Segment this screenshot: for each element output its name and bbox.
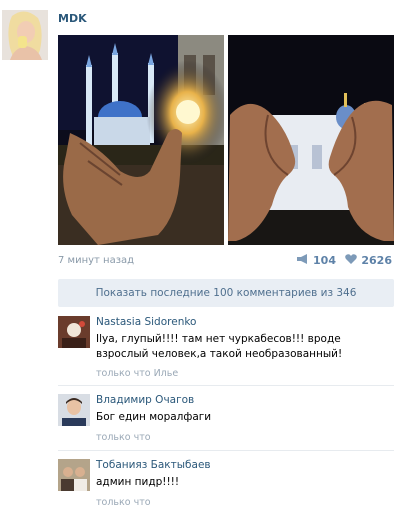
comment-divider — [58, 450, 394, 451]
comment-author[interactable]: Nastasia Sidorenko — [96, 316, 196, 328]
comment-avatar[interactable] — [58, 459, 90, 491]
like-button[interactable]: 2626 — [345, 254, 392, 267]
share-count: 104 — [313, 254, 336, 267]
heart-icon — [345, 254, 358, 267]
comment-time[interactable]: только что — [96, 497, 151, 508]
comment-author[interactable]: Тобанияз Бактыбаев — [96, 459, 211, 471]
comment-text: Ilya, глупый!!!! там нет чуркабесов!!! в… — [96, 333, 343, 360]
comment-item: Тобанияз Бактыбаев админ пидр!!!! только… — [58, 459, 394, 511]
show-more-comments-button[interactable]: Показать последние 100 комментариев из 3… — [58, 279, 394, 307]
share-counter[interactable]: 104 — [296, 254, 336, 267]
post-photo-heart-hands[interactable] — [228, 35, 394, 245]
comment-text: Бог един моралфаги — [96, 411, 212, 423]
comment-time[interactable]: только что — [96, 432, 151, 443]
megaphone-icon — [296, 254, 309, 267]
post-time[interactable]: 7 минут назад — [58, 255, 134, 266]
post-author-avatar[interactable] — [2, 10, 48, 60]
post-author-name[interactable]: MDK — [58, 12, 87, 25]
comment-divider — [58, 385, 394, 386]
comment-author[interactable]: Владимир Очагов — [96, 394, 194, 406]
comment-avatar[interactable] — [58, 316, 90, 348]
comment-item: Владимир Очагов Бог един моралфаги тольк… — [58, 394, 394, 446]
comment-item: Nastasia Sidorenko Ilya, глупый!!!! там … — [58, 316, 394, 382]
post-photo-mosque[interactable] — [58, 35, 224, 245]
like-count: 2626 — [361, 254, 392, 267]
post-meta-row: 7 минут назад 104 2626 — [58, 254, 394, 268]
comment-text: админ пидр!!!! — [96, 476, 180, 488]
comment-avatar[interactable] — [58, 394, 90, 426]
comment-time[interactable]: только что Илье — [96, 368, 178, 379]
